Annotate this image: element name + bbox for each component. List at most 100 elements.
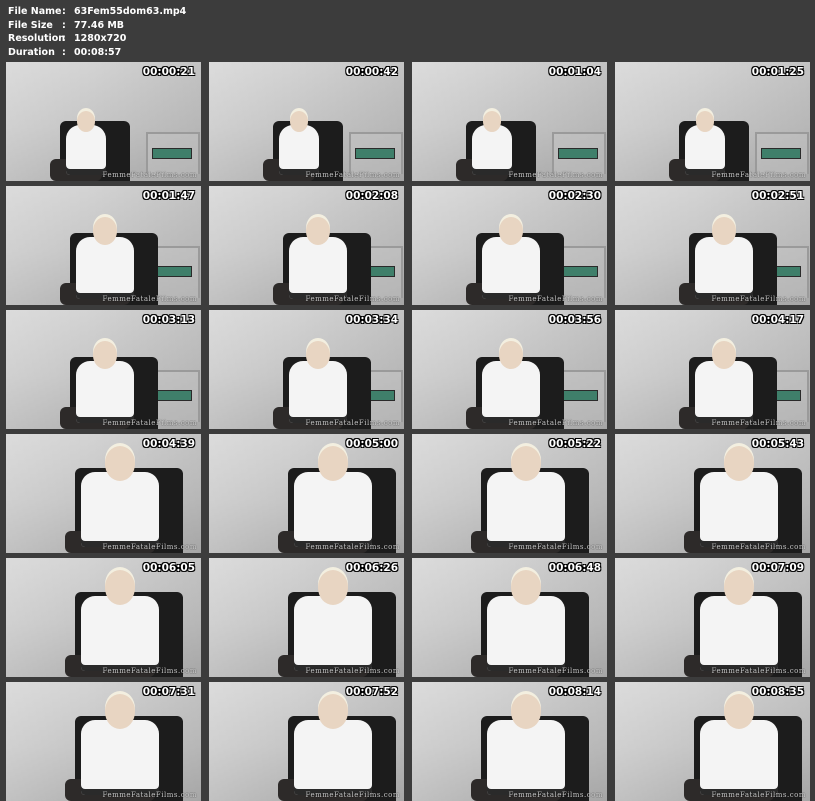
- thumbnail-timestamp: 00:02:30: [548, 190, 601, 202]
- head-shape: [511, 446, 541, 481]
- head-shape: [105, 446, 135, 481]
- thumbnail-timestamp: 00:05:00: [345, 438, 398, 450]
- figure-shape: [66, 125, 106, 175]
- file-name-value: 63Fem55dom63.mp4: [74, 6, 187, 17]
- monitor-shape: [152, 390, 192, 401]
- thumbnail-grid: 00:00:21 FemmeFataleFilms.com 00:00:42 Femm…: [6, 62, 810, 801]
- video-thumbnail[interactable]: 00:00:21 FemmeFataleFilms.com: [6, 62, 201, 181]
- head-shape: [105, 570, 135, 605]
- thumbnail-watermark: FemmeFataleFilms.com: [508, 295, 603, 303]
- figure-shape: [487, 596, 565, 671]
- thumbnail-watermark: FemmeFataleFilms.com: [102, 667, 197, 675]
- thumbnail-timestamp: 00:06:05: [142, 562, 195, 574]
- video-thumbnail[interactable]: 00:02:08 FemmeFataleFilms.com: [209, 186, 404, 305]
- figure-shape: [685, 125, 725, 175]
- figure-shape: [76, 361, 134, 423]
- video-thumbnail[interactable]: 00:05:22 FemmeFataleFilms.com: [412, 434, 607, 553]
- video-thumbnail[interactable]: 00:02:51 FemmeFataleFilms.com: [615, 186, 810, 305]
- head-shape: [511, 570, 541, 605]
- monitor-shape: [558, 390, 598, 401]
- duration-separator: :: [62, 46, 66, 58]
- video-thumbnail[interactable]: 00:03:34 FemmeFataleFilms.com: [209, 310, 404, 429]
- thumbnail-timestamp: 00:01:04: [548, 66, 601, 78]
- video-thumbnail[interactable]: 00:05:00 FemmeFataleFilms.com: [209, 434, 404, 553]
- file-size-row: File Size : 77.46 MB: [8, 19, 186, 33]
- video-thumbnail[interactable]: 00:06:48 FemmeFataleFilms.com: [412, 558, 607, 677]
- video-thumbnail[interactable]: 00:04:17 FemmeFataleFilms.com: [615, 310, 810, 429]
- head-shape: [306, 217, 330, 245]
- duration-row: Duration : 00:08:57: [8, 46, 186, 60]
- head-shape: [724, 446, 754, 481]
- resolution-value: 1280x720: [74, 33, 127, 44]
- thumbnail-timestamp: 00:01:25: [751, 66, 804, 78]
- video-thumbnail[interactable]: 00:05:43 FemmeFataleFilms.com: [615, 434, 810, 553]
- video-thumbnail[interactable]: 00:06:26 FemmeFataleFilms.com: [209, 558, 404, 677]
- head-shape: [499, 217, 523, 245]
- thumbnail-watermark: FemmeFataleFilms.com: [102, 171, 197, 179]
- duration-label: Duration: [8, 46, 55, 58]
- file-name-row: File Name : 63Fem55dom63.mp4: [8, 5, 186, 19]
- head-shape: [77, 111, 95, 132]
- thumbnail-watermark: FemmeFataleFilms.com: [305, 171, 400, 179]
- video-thumbnail[interactable]: 00:01:25 FemmeFataleFilms.com: [615, 62, 810, 181]
- video-thumbnail[interactable]: 00:08:35 FemmeFataleFilms.com: [615, 682, 810, 801]
- video-thumbnail[interactable]: 00:08:14 FemmeFataleFilms.com: [412, 682, 607, 801]
- monitor-shape: [152, 266, 192, 277]
- head-shape: [511, 694, 541, 729]
- thumbnail-watermark: FemmeFataleFilms.com: [711, 419, 806, 427]
- video-thumbnail[interactable]: 00:07:52 FemmeFataleFilms.com: [209, 682, 404, 801]
- video-thumbnail[interactable]: 00:01:47 FemmeFataleFilms.com: [6, 186, 201, 305]
- thumbnail-timestamp: 00:08:14: [548, 686, 601, 698]
- file-size-separator: :: [62, 19, 66, 31]
- thumbnail-timestamp: 00:02:51: [751, 190, 804, 202]
- video-thumbnail[interactable]: 00:03:56 FemmeFataleFilms.com: [412, 310, 607, 429]
- thumbnail-timestamp: 00:05:43: [751, 438, 804, 450]
- video-thumbnail[interactable]: 00:00:42 FemmeFataleFilms.com: [209, 62, 404, 181]
- video-thumbnail[interactable]: 00:01:04 FemmeFataleFilms.com: [412, 62, 607, 181]
- head-shape: [306, 341, 330, 369]
- figure-shape: [700, 596, 778, 671]
- thumbnail-watermark: FemmeFataleFilms.com: [305, 543, 400, 551]
- thumbnail-timestamp: 00:06:26: [345, 562, 398, 574]
- video-thumbnail[interactable]: 00:07:09 FemmeFataleFilms.com: [615, 558, 810, 677]
- figure-shape: [294, 596, 372, 671]
- video-thumbnail[interactable]: 00:03:13 FemmeFataleFilms.com: [6, 310, 201, 429]
- file-size-value: 77.46 MB: [74, 19, 125, 31]
- figure-shape: [76, 237, 134, 299]
- file-info-panel: File Name : 63Fem55dom63.mp4 File Size :…: [8, 5, 186, 59]
- figure-shape: [482, 361, 540, 423]
- video-thumbnail[interactable]: 00:07:31 FemmeFataleFilms.com: [6, 682, 201, 801]
- video-thumbnail[interactable]: 00:02:30 FemmeFataleFilms.com: [412, 186, 607, 305]
- head-shape: [318, 694, 348, 729]
- head-shape: [105, 694, 135, 729]
- thumbnail-watermark: FemmeFataleFilms.com: [102, 543, 197, 551]
- thumbnail-watermark: FemmeFataleFilms.com: [508, 791, 603, 799]
- video-thumbnail[interactable]: 00:06:05 FemmeFataleFilms.com: [6, 558, 201, 677]
- monitor-shape: [152, 148, 192, 159]
- figure-shape: [487, 472, 565, 547]
- thumbnail-timestamp: 00:01:47: [142, 190, 195, 202]
- resolution-separator: :: [62, 33, 66, 44]
- thumbnail-watermark: FemmeFataleFilms.com: [102, 295, 197, 303]
- thumbnail-watermark: FemmeFataleFilms.com: [711, 171, 806, 179]
- figure-shape: [81, 596, 159, 671]
- head-shape: [696, 111, 714, 132]
- thumbnail-watermark: FemmeFataleFilms.com: [508, 543, 603, 551]
- figure-shape: [700, 720, 778, 795]
- thumbnail-watermark: FemmeFataleFilms.com: [102, 791, 197, 799]
- figure-shape: [482, 237, 540, 299]
- figure-shape: [81, 720, 159, 795]
- thumbnail-timestamp: 00:04:17: [751, 314, 804, 326]
- monitor-shape: [355, 148, 395, 159]
- thumbnail-watermark: FemmeFataleFilms.com: [508, 667, 603, 675]
- video-thumbnail[interactable]: 00:04:39 FemmeFataleFilms.com: [6, 434, 201, 553]
- figure-shape: [695, 237, 753, 299]
- thumbnail-timestamp: 00:03:56: [548, 314, 601, 326]
- head-shape: [724, 694, 754, 729]
- thumbnail-watermark: FemmeFataleFilms.com: [305, 295, 400, 303]
- thumbnail-watermark: FemmeFataleFilms.com: [305, 667, 400, 675]
- head-shape: [712, 217, 736, 245]
- figure-shape: [294, 720, 372, 795]
- thumbnail-watermark: FemmeFataleFilms.com: [711, 791, 806, 799]
- figure-shape: [289, 361, 347, 423]
